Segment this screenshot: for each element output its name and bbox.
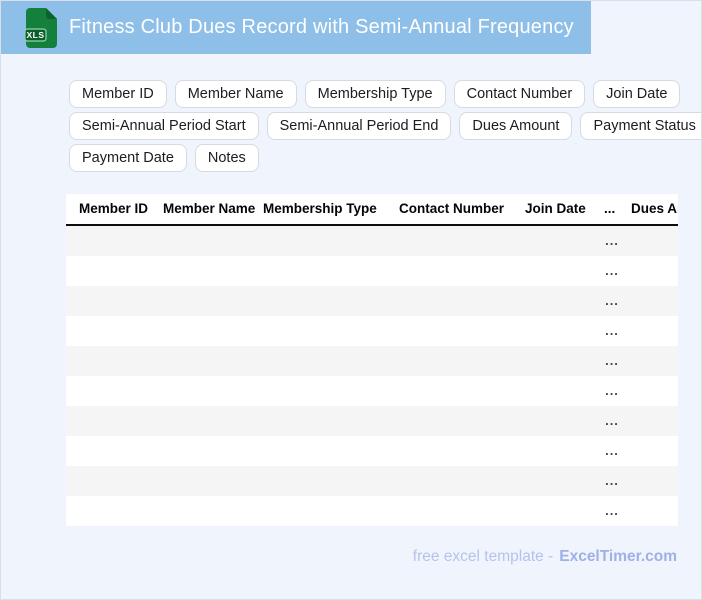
table-row: ... [66, 346, 678, 376]
row-ellipsis: ... [605, 353, 619, 368]
row-ellipsis: ... [605, 473, 619, 488]
row-ellipsis: ... [605, 383, 619, 398]
table-row: ... [66, 226, 678, 256]
dues-table: Member ID Member Name Membership Type Co… [66, 194, 678, 526]
chip-membership-type[interactable]: Membership Type [304, 80, 446, 108]
chip-semi-annual-period-start[interactable]: Semi-Annual Period Start [69, 112, 259, 140]
column-header-contact-number: Contact Number [399, 201, 505, 216]
table-row: ... [66, 496, 678, 526]
row-ellipsis: ... [605, 413, 619, 428]
chip-join-date[interactable]: Join Date [593, 80, 681, 108]
page: XLS Fitness Club Dues Record with Semi-A… [0, 0, 702, 600]
xls-icon-label: XLS [26, 30, 44, 40]
row-ellipsis: ... [605, 503, 619, 518]
column-header-collapsed-columns: ... [604, 201, 616, 216]
row-ellipsis: ... [605, 443, 619, 458]
row-ellipsis: ... [605, 323, 619, 338]
column-chips: Member ID Member Name Membership Type Co… [69, 80, 701, 176]
page-title: Fitness Club Dues Record with Semi-Annua… [69, 16, 574, 38]
chip-row-2: Semi-Annual Period Start Semi-Annual Per… [69, 112, 701, 140]
chip-row-3: Payment Date Notes [69, 144, 701, 172]
table-body: ... ... ... ... ... ... ... ... ... ... [66, 226, 678, 526]
chip-contact-number[interactable]: Contact Number [453, 80, 586, 108]
table-row: ... [66, 436, 678, 466]
row-ellipsis: ... [605, 293, 619, 308]
table-row: ... [66, 376, 678, 406]
xls-file-icon: XLS [24, 7, 58, 48]
chip-payment-date[interactable]: Payment Date [69, 144, 187, 172]
footer: free excel template - ExcelTimer.com [413, 548, 677, 566]
chip-member-name[interactable]: Member Name [174, 80, 297, 108]
row-ellipsis: ... [605, 233, 619, 248]
footer-text: free excel template - [412, 548, 554, 565]
chip-member-id[interactable]: Member ID [69, 80, 167, 108]
chip-dues-amount[interactable]: Dues Amount [459, 112, 573, 140]
column-header-membership-type: Membership Type [263, 201, 377, 216]
column-header-member-name: Member Name [163, 201, 256, 216]
column-header-member-id: Member ID [79, 201, 149, 216]
footer-brand-link[interactable]: ExcelTimer.com [559, 548, 677, 565]
chip-payment-status[interactable]: Payment Status [580, 112, 701, 140]
title-bar: XLS Fitness Club Dues Record with Semi-A… [1, 1, 591, 54]
column-header-dues-amount: Dues Amount [631, 201, 678, 216]
table-row: ... [66, 256, 678, 286]
chip-notes[interactable]: Notes [194, 144, 259, 172]
table-header-row: Member ID Member Name Membership Type Co… [66, 194, 678, 226]
table-row: ... [66, 466, 678, 496]
chip-semi-annual-period-end[interactable]: Semi-Annual Period End [266, 112, 452, 140]
table-row: ... [66, 406, 678, 436]
chip-row-1: Member ID Member Name Membership Type Co… [69, 80, 701, 108]
row-ellipsis: ... [605, 263, 619, 278]
table-row: ... [66, 316, 678, 346]
column-header-join-date: Join Date [525, 201, 586, 216]
table-row: ... [66, 286, 678, 316]
